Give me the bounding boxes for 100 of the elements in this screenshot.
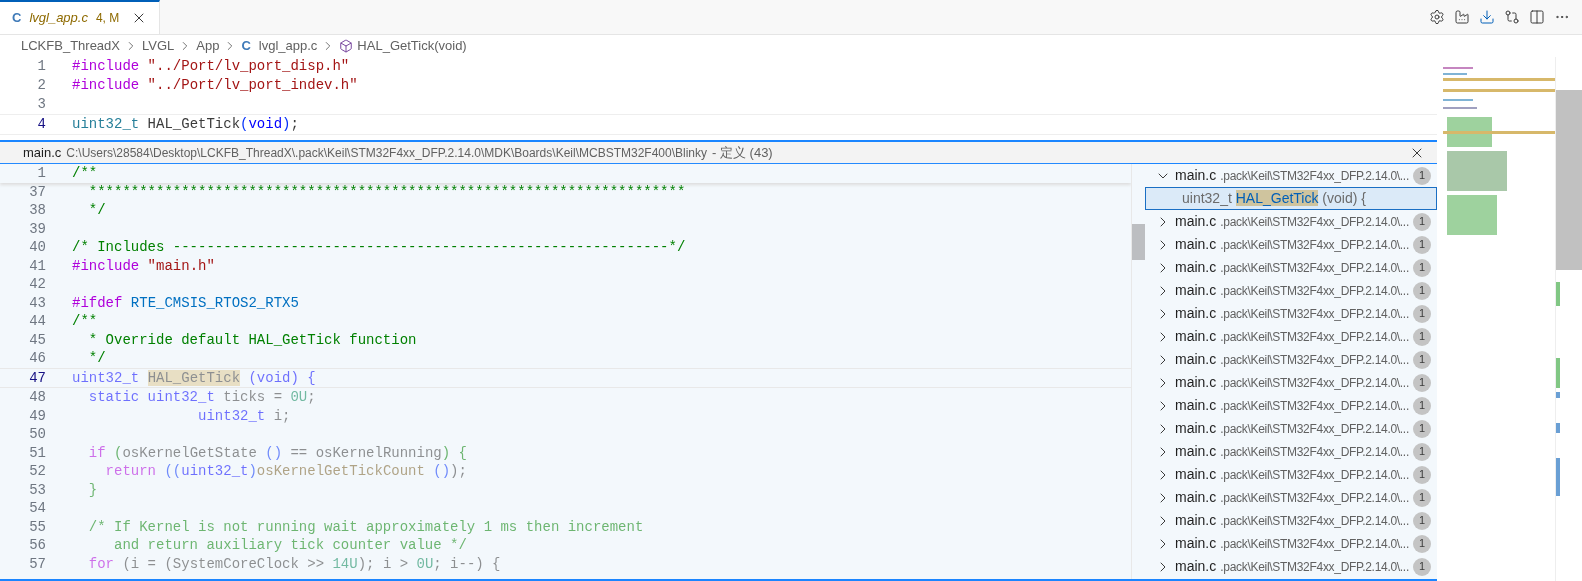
reference-file: main.c xyxy=(1175,166,1217,185)
reference-path: .pack\Keil\STM32F4xx_DFP.2.14.0\... xyxy=(1220,374,1409,392)
c-file-icon: C xyxy=(12,8,22,28)
factory-icon[interactable] xyxy=(1454,9,1470,25)
count-badge: 1 xyxy=(1413,534,1431,553)
reference-group[interactable]: main.c .pack\Keil\STM32F4xx_DFP.2.14.0\... 1 xyxy=(1145,279,1437,302)
reference-group[interactable]: main.c .pack\Keil\STM32F4xx_DFP.2.14.0\... 1 xyxy=(1145,210,1437,233)
code-line: uint32_t i; xyxy=(197,406,291,425)
reference-file: main.c xyxy=(1175,442,1217,461)
reference-path: .pack\Keil\STM32F4xx_DFP.2.14.0\... xyxy=(1220,397,1409,415)
line-number: 44 xyxy=(28,312,46,331)
count-badge: 1 xyxy=(1413,258,1431,277)
reference-file: main.c xyxy=(1175,327,1217,346)
line-number: 45 xyxy=(28,330,46,349)
reference-group[interactable]: main.c .pack\Keil\STM32F4xx_DFP.2.14.0\... 1 xyxy=(1145,325,1437,348)
breadcrumb-item[interactable]: LCKFB_ThreadX xyxy=(21,36,120,56)
code-line: #include "main.h" xyxy=(72,256,215,275)
split-editor-icon[interactable] xyxy=(1529,9,1545,25)
count-badge: 1 xyxy=(1413,281,1431,300)
reference-file: main.c xyxy=(1175,212,1217,231)
reference-group[interactable]: main.c .pack\Keil\STM32F4xx_DFP.2.14.0\... 1 xyxy=(1145,164,1437,187)
line-number: 1 xyxy=(36,164,46,183)
reference-group[interactable]: main.c .pack\Keil\STM32F4xx_DFP.2.14.0\... 1 xyxy=(1145,440,1437,463)
line-number: 39 xyxy=(28,219,46,238)
reference-group[interactable]: main.c .pack\Keil\STM32F4xx_DFP.2.14.0\... 1 xyxy=(1145,302,1437,325)
reference-group[interactable]: main.c .pack\Keil\STM32F4xx_DFP.2.14.0\... 1 xyxy=(1145,233,1437,256)
reference-path: .pack\Keil\STM32F4xx_DFP.2.14.0\... xyxy=(1220,305,1409,323)
reference-file: main.c xyxy=(1175,396,1217,415)
code-line: } xyxy=(87,480,98,499)
reference-file: main.c xyxy=(1175,258,1217,277)
breadcrumb-item[interactable]: App xyxy=(196,36,220,56)
line-number: 57 xyxy=(28,554,46,573)
peek-title: - 定义 (43) xyxy=(712,143,773,162)
reference-path: .pack\Keil\STM32F4xx_DFP.2.14.0\... xyxy=(1220,535,1409,553)
reference-item[interactable]: uint32_t HAL_GetTick (void) { xyxy=(1145,187,1437,210)
reference-file: main.c xyxy=(1175,304,1217,323)
line-number: 1 xyxy=(36,57,46,76)
line-number: 41 xyxy=(28,256,46,275)
reference-group[interactable]: main.c .pack\Keil\STM32F4xx_DFP.2.14.0\... 1 xyxy=(1145,463,1437,486)
count-badge: 1 xyxy=(1413,166,1431,185)
reference-file: main.c xyxy=(1175,488,1217,507)
scrollbar-thumb[interactable] xyxy=(1132,224,1145,260)
reference-file: main.c xyxy=(1175,373,1217,392)
reference-path: .pack\Keil\STM32F4xx_DFP.2.14.0\... xyxy=(1220,236,1409,254)
count-badge: 1 xyxy=(1413,396,1431,415)
breadcrumb-item[interactable]: lvgl_app.c xyxy=(258,36,318,56)
line-number: 40 xyxy=(28,238,46,257)
count-badge: 1 xyxy=(1413,327,1431,346)
reference-file: main.c xyxy=(1175,350,1217,369)
line-number: 50 xyxy=(28,425,46,444)
count-badge: 1 xyxy=(1413,465,1431,484)
count-badge: 1 xyxy=(1413,442,1431,461)
reference-group[interactable]: main.c .pack\Keil\STM32F4xx_DFP.2.14.0\... 1 xyxy=(1145,555,1437,578)
settings-icon[interactable] xyxy=(1429,9,1445,25)
editor-tab[interactable]: C lvgl_app.c 4, M xyxy=(0,0,161,34)
reference-group[interactable]: main.c .pack\Keil\STM32F4xx_DFP.2.14.0\... 1 xyxy=(1145,532,1437,555)
breadcrumb-item[interactable]: LVGL xyxy=(142,36,175,56)
count-badge: 1 xyxy=(1413,304,1431,323)
reference-path: .pack\Keil\STM32F4xx_DFP.2.14.0\... xyxy=(1220,282,1409,300)
code-line: #include "../Port/lv_port_indev.h" xyxy=(72,76,358,95)
reference-group[interactable]: main.c .pack\Keil\STM32F4xx_DFP.2.14.0\... 1 xyxy=(1145,417,1437,440)
code-line: * Override default HAL_GetTick function xyxy=(87,330,417,349)
download-icon[interactable] xyxy=(1479,9,1495,25)
code-line: /* If Kernel is not running wait approximately 1 ms then increment xyxy=(87,517,644,536)
count-badge: 1 xyxy=(1413,235,1431,254)
compare-icon[interactable] xyxy=(1504,9,1520,25)
reference-group[interactable]: main.c .pack\Keil\STM32F4xx_DFP.2.14.0\... 1 xyxy=(1145,509,1437,532)
breadcrumb-item[interactable]: HAL_GetTick(void) xyxy=(357,36,467,56)
line-number: 47 xyxy=(28,368,46,387)
count-badge: 1 xyxy=(1413,212,1431,231)
reference-file: main.c xyxy=(1175,235,1217,254)
reference-group[interactable]: main.c .pack\Keil\STM32F4xx_DFP.2.14.0\... 1 xyxy=(1145,394,1437,417)
code-line: return ((uint32_t)osKernelGetTickCount ()); xyxy=(104,462,467,481)
line-number: 54 xyxy=(28,499,46,518)
line-number: 53 xyxy=(28,480,46,499)
code-line: for (i = (SystemCoreClock >> 14U); i > 0U; i--) { xyxy=(87,554,501,573)
line-number: 2 xyxy=(36,76,46,95)
code-line: and return auxiliary tick counter value */ xyxy=(113,536,467,555)
reference-path: .pack\Keil\STM32F4xx_DFP.2.14.0\... xyxy=(1220,489,1409,507)
code-line: #include "../Port/lv_port_disp.h" xyxy=(72,57,350,76)
count-badge: 1 xyxy=(1413,419,1431,438)
reference-file: main.c xyxy=(1175,465,1217,484)
reference-path: .pack\Keil\STM32F4xx_DFP.2.14.0\... xyxy=(1220,443,1409,461)
code-line: */ xyxy=(87,349,106,368)
reference-path: .pack\Keil\STM32F4xx_DFP.2.14.0\... xyxy=(1220,466,1409,484)
code-line: #ifdef RTE_CMSIS_RTOS2_RTX5 xyxy=(72,293,299,312)
peek-file-path: C:\Users\28584\Desktop\LCKFB_ThreadX\.pack\Keil\STM32F4xx_DFP.2.14.0\MDK\Boards\Keil\MCBSTM32F400\Blinky xyxy=(66,144,707,162)
scrollbar-thumb[interactable] xyxy=(1556,90,1582,270)
line-number: 37 xyxy=(28,182,46,201)
line-number: 38 xyxy=(28,201,46,220)
line-number: 3 xyxy=(36,95,46,114)
code-line: /* Includes -----------------------------------------------------------*/ xyxy=(72,238,686,257)
reference-path: .pack\Keil\STM32F4xx_DFP.2.14.0\... xyxy=(1220,420,1409,438)
reference-group[interactable]: main.c .pack\Keil\STM32F4xx_DFP.2.14.0\... 1 xyxy=(1145,348,1437,371)
reference-group[interactable]: main.c .pack\Keil\STM32F4xx_DFP.2.14.0\... 1 xyxy=(1145,256,1437,279)
reference-group[interactable]: main.c .pack\Keil\STM32F4xx_DFP.2.14.0\... 1 xyxy=(1145,486,1437,509)
code-line: uint32_t HAL_GetTick (void) { xyxy=(72,368,316,387)
reference-path: .pack\Keil\STM32F4xx_DFP.2.14.0\... xyxy=(1220,328,1409,346)
reference-file: main.c xyxy=(1175,419,1217,438)
reference-group[interactable]: main.c .pack\Keil\STM32F4xx_DFP.2.14.0\... 1 xyxy=(1145,371,1437,394)
